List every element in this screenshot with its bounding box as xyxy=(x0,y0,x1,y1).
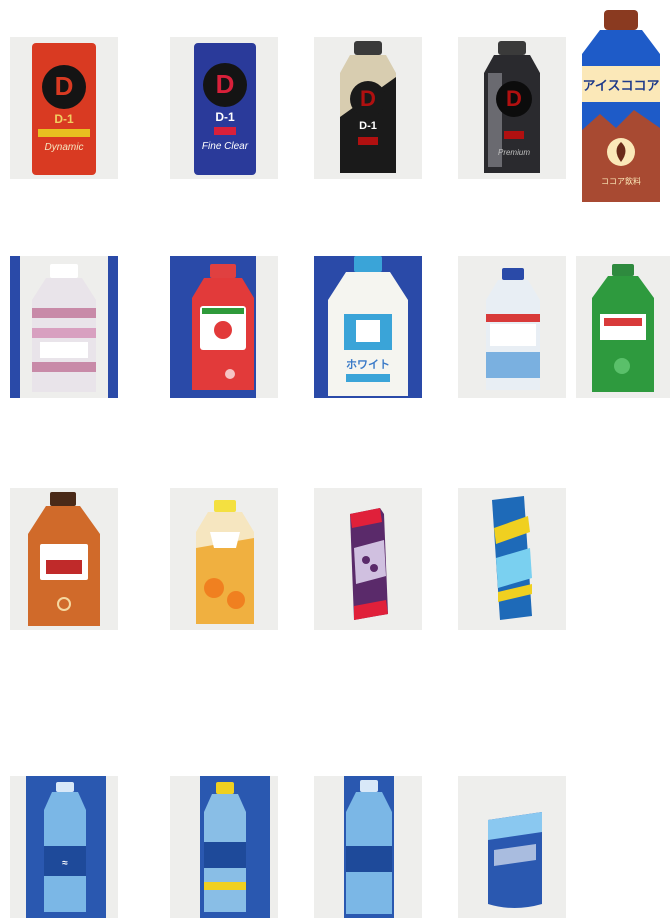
d-logo: D xyxy=(55,71,74,101)
product-tile-milky-bottle[interactable] xyxy=(458,256,566,398)
can-image xyxy=(458,776,566,918)
d-logo: D xyxy=(360,86,376,111)
water-bottle-image xyxy=(170,776,278,918)
bottle-image xyxy=(576,256,670,398)
product-subtitle-text: ココア飲料 xyxy=(601,176,641,186)
can-image xyxy=(458,488,566,630)
product-tile-strawberry-bottle[interactable] xyxy=(170,256,278,398)
can-image xyxy=(314,488,422,630)
water-label-mark: ≈ xyxy=(62,858,68,869)
product-tile-grape-can[interactable] xyxy=(314,488,422,630)
product-tile-striped-bottle[interactable] xyxy=(10,256,118,398)
product-tile-ice-cocoa[interactable]: アイスココア ココア飲料 xyxy=(576,10,666,206)
coffee-can-image: D D-1 Dynamic xyxy=(10,37,118,179)
product-tile-d1-bottle-can-gold[interactable]: D D-1 xyxy=(314,37,422,179)
bottle-image xyxy=(170,256,278,398)
bottle-image xyxy=(10,488,118,630)
bottle-image xyxy=(458,256,566,398)
product-tile-d1-dynamic[interactable]: D D-1 Dynamic xyxy=(10,37,118,179)
product-tile-tea-bottle[interactable] xyxy=(10,488,118,630)
water-bottle-image: ≈ xyxy=(10,776,118,918)
bottle-image xyxy=(10,256,118,398)
bottle-can-image: D D-1 xyxy=(314,37,422,179)
product-tile-water-1[interactable]: ≈ xyxy=(10,776,118,918)
product-name-text: ホワイト xyxy=(346,358,390,371)
product-tile-d1-bottle-can-black[interactable]: D Premium xyxy=(458,37,566,179)
product-tile-water-2[interactable] xyxy=(170,776,278,918)
bottle-image: ホワイト xyxy=(314,256,422,398)
script-text: Premium xyxy=(498,148,530,157)
brand-text: D-1 xyxy=(215,110,235,124)
product-tile-white-soda[interactable]: ホワイト xyxy=(314,256,422,398)
brand-text: D-1 xyxy=(54,112,74,126)
d-logo: D xyxy=(216,69,235,99)
product-tile-blue-sport-can[interactable] xyxy=(458,488,566,630)
bottle-can-image: アイスココア ココア飲料 xyxy=(582,10,660,202)
brand-text: D-1 xyxy=(359,120,377,132)
product-tile-water-3[interactable] xyxy=(314,776,422,918)
bottle-image xyxy=(170,488,278,630)
script-text: Dynamic xyxy=(45,142,84,153)
coffee-can-image: D D-1 Fine Clear xyxy=(170,37,278,179)
product-tile-water-can[interactable] xyxy=(458,776,566,918)
product-tile-d1-fine-clear[interactable]: D D-1 Fine Clear xyxy=(170,37,278,179)
product-name-text: アイスココア xyxy=(583,78,660,93)
product-tile-orange-bottle[interactable] xyxy=(170,488,278,630)
d-logo: D xyxy=(506,86,522,111)
script-text: Fine Clear xyxy=(202,141,249,152)
water-bottle-image xyxy=(314,776,422,918)
bottle-can-image: D Premium xyxy=(458,37,566,179)
product-tile-melon-soda[interactable] xyxy=(576,256,670,398)
